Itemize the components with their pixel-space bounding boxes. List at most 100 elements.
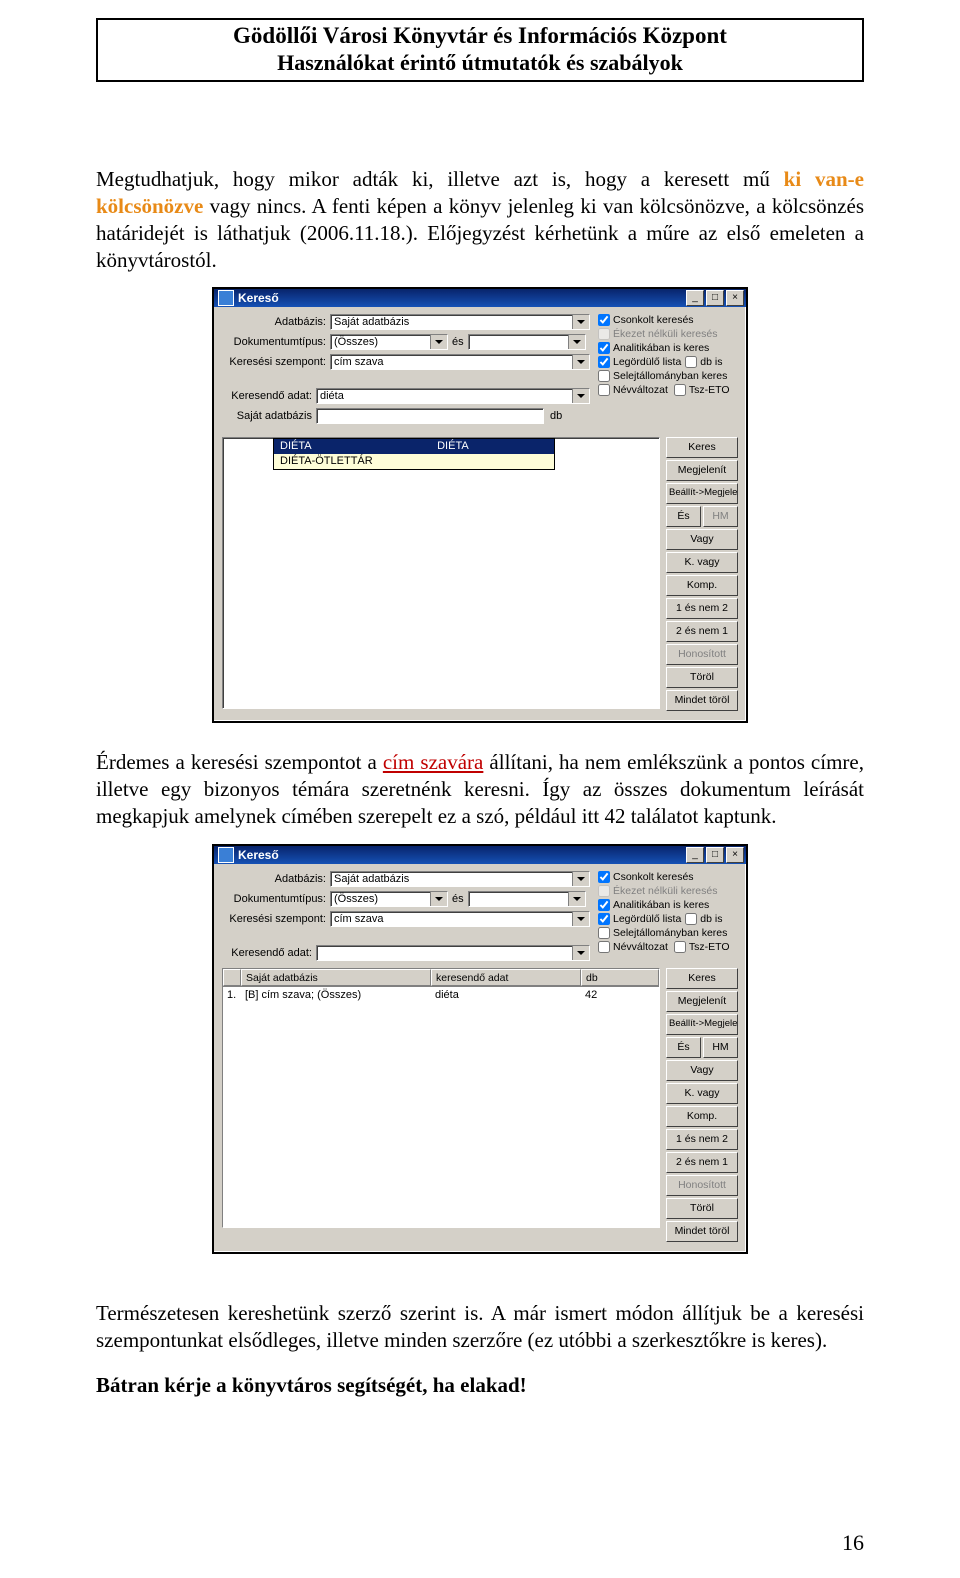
close-button[interactable]: × <box>726 290 744 306</box>
chk-analitikaban[interactable] <box>598 342 610 354</box>
label-keresendo: Keresendő adat: <box>222 390 312 402</box>
maximize-button[interactable]: □ <box>706 847 724 863</box>
beallit-button[interactable]: Beállít->Megjelenít <box>666 1014 738 1035</box>
keres-button[interactable]: Keres <box>666 968 738 989</box>
label-es: és <box>452 336 464 348</box>
combo-szempont[interactable]: cím szava <box>330 911 590 927</box>
chk-csonkolt[interactable] <box>598 314 610 326</box>
chevron-down-icon[interactable] <box>430 335 447 349</box>
esnem1-button[interactable]: 2 és nem 1 <box>666 1152 738 1173</box>
megjelenit-button[interactable]: Megjelenít <box>666 991 738 1012</box>
honositott-button: Honosított <box>666 644 738 665</box>
label-doktipus: Dokumentumtípus: <box>222 336 326 348</box>
vagy-button[interactable]: Vagy <box>666 1060 738 1081</box>
chk-nevvaltozat[interactable] <box>598 941 610 953</box>
combo-szempont[interactable]: cím szava <box>330 354 590 370</box>
maximize-button[interactable]: □ <box>706 290 724 306</box>
paragraph-4: Bátran kérje a könyvtáros segítségét, ha… <box>96 1372 864 1399</box>
chevron-down-icon[interactable] <box>572 912 589 926</box>
chk-dbis[interactable] <box>685 356 697 368</box>
vagy-button[interactable]: Vagy <box>666 529 738 550</box>
page-number: 16 <box>842 1530 864 1556</box>
chevron-down-icon[interactable] <box>572 389 589 403</box>
chk-legordulo[interactable] <box>598 356 610 368</box>
chk-selejt[interactable] <box>598 927 610 939</box>
table-header-row: Saját adatbázis keresendő adat db <box>223 969 659 987</box>
esnem2-button[interactable]: 1 és nem 2 <box>666 1129 738 1150</box>
chevron-down-icon[interactable] <box>572 355 589 369</box>
results-panel[interactable]: DIÉTA DIÉTA DIÉTA-ÖTLETTÁR <box>222 437 660 709</box>
paragraph-2: Érdemes a keresési szempontot a cím szav… <box>96 749 864 830</box>
honositott-button: Honosított <box>666 1175 738 1196</box>
header-line-1: Gödöllői Városi Könyvtár és Információs … <box>104 22 856 50</box>
hm-button: HM <box>703 506 738 527</box>
dropdown-option[interactable]: DIÉTA-ÖTLETTÁR <box>274 454 554 469</box>
mindet-button[interactable]: Mindet töröl <box>666 1221 738 1242</box>
beallit-button[interactable]: Beállít->Megjelenít <box>666 483 738 504</box>
label-db: db <box>550 410 562 422</box>
label-szempont: Keresési szempont: <box>222 913 326 925</box>
titlebar[interactable]: Kereső _ □ × <box>214 846 746 864</box>
torol-button[interactable]: Töröl <box>666 1198 738 1219</box>
chevron-down-icon[interactable] <box>430 892 447 906</box>
input-sajat[interactable] <box>316 408 544 424</box>
search-options: Csonkolt keresés Ékezet nélküli keresés … <box>592 313 738 427</box>
search-window-1: Kereső _ □ × Adatbázis: Saját adatbázis … <box>212 287 748 723</box>
app-icon <box>218 290 234 306</box>
chk-csonkolt[interactable] <box>598 871 610 883</box>
search-options: Csonkolt keresés Ékezet nélküli keresés … <box>592 870 738 964</box>
mindet-button[interactable]: Mindet töröl <box>666 690 738 711</box>
suggestion-dropdown[interactable]: DIÉTA DIÉTA DIÉTA-ÖTLETTÁR <box>273 438 555 470</box>
table-row[interactable]: 1. [B] cím szava; (Összes) diéta 42 <box>223 987 659 1003</box>
chk-tsz[interactable] <box>674 384 686 396</box>
minimize-button[interactable]: _ <box>686 847 704 863</box>
minimize-button[interactable]: _ <box>686 290 704 306</box>
chevron-down-icon[interactable] <box>568 892 585 906</box>
label-adatbazis: Adatbázis: <box>222 873 326 885</box>
label-keresendo: Keresendő adat: <box>222 947 312 959</box>
es-button[interactable]: És <box>666 506 701 527</box>
results-table-panel: Saját adatbázis keresendő adat db 1. [B]… <box>222 968 660 1228</box>
th-col2[interactable]: keresendő adat <box>431 969 581 986</box>
komp-button[interactable]: Komp. <box>666 575 738 596</box>
label-doktipus: Dokumentumtípus: <box>222 893 326 905</box>
titlebar[interactable]: Kereső _ □ × <box>214 289 746 307</box>
combo-doktipus-2[interactable] <box>468 334 586 350</box>
th-col3[interactable]: db <box>581 969 659 986</box>
chevron-down-icon[interactable] <box>568 335 585 349</box>
label-adatbazis: Adatbázis: <box>222 316 326 328</box>
kvagy-button[interactable]: K. vagy <box>666 552 738 573</box>
th-col1[interactable]: Saját adatbázis <box>241 969 431 986</box>
combo-doktipus-2[interactable] <box>468 891 586 907</box>
highlight-cim-szava: cím szavára <box>383 750 484 774</box>
combo-adatbazis[interactable]: Saját adatbázis <box>330 871 590 887</box>
combo-adatbazis[interactable]: Saját adatbázis <box>330 314 590 330</box>
chk-tsz[interactable] <box>674 941 686 953</box>
close-button[interactable]: × <box>726 847 744 863</box>
keres-button[interactable]: Keres <box>666 437 738 458</box>
chk-dbis[interactable] <box>685 913 697 925</box>
chk-nevvaltozat[interactable] <box>598 384 610 396</box>
input-keresendo[interactable] <box>316 945 590 961</box>
kvagy-button[interactable]: K. vagy <box>666 1083 738 1104</box>
combo-doktipus[interactable]: (Összes) <box>330 891 448 907</box>
es-button[interactable]: És <box>666 1037 701 1058</box>
chk-legordulo[interactable] <box>598 913 610 925</box>
chevron-down-icon[interactable] <box>572 946 589 960</box>
esnem1-button[interactable]: 2 és nem 1 <box>666 621 738 642</box>
komp-button[interactable]: Komp. <box>666 1106 738 1127</box>
hm-button[interactable]: HM <box>703 1037 738 1058</box>
chevron-down-icon[interactable] <box>572 315 589 329</box>
input-keresendo[interactable]: diéta <box>316 388 590 404</box>
document-header: Gödöllői Városi Könyvtár és Információs … <box>96 18 864 82</box>
dropdown-option[interactable]: DIÉTA DIÉTA <box>274 439 554 454</box>
combo-doktipus[interactable]: (Összes) <box>330 334 448 350</box>
esnem2-button[interactable]: 1 és nem 2 <box>666 598 738 619</box>
chk-selejt[interactable] <box>598 370 610 382</box>
action-button-column: Keres Megjelenít Beállít->Megjelenít ÉsH… <box>666 968 738 1244</box>
megjelenit-button[interactable]: Megjelenít <box>666 460 738 481</box>
chevron-down-icon[interactable] <box>572 872 589 886</box>
chk-analitikaban[interactable] <box>598 899 610 911</box>
torol-button[interactable]: Töröl <box>666 667 738 688</box>
paragraph-1: Megtudhatjuk, hogy mikor adták ki, illet… <box>96 166 864 274</box>
